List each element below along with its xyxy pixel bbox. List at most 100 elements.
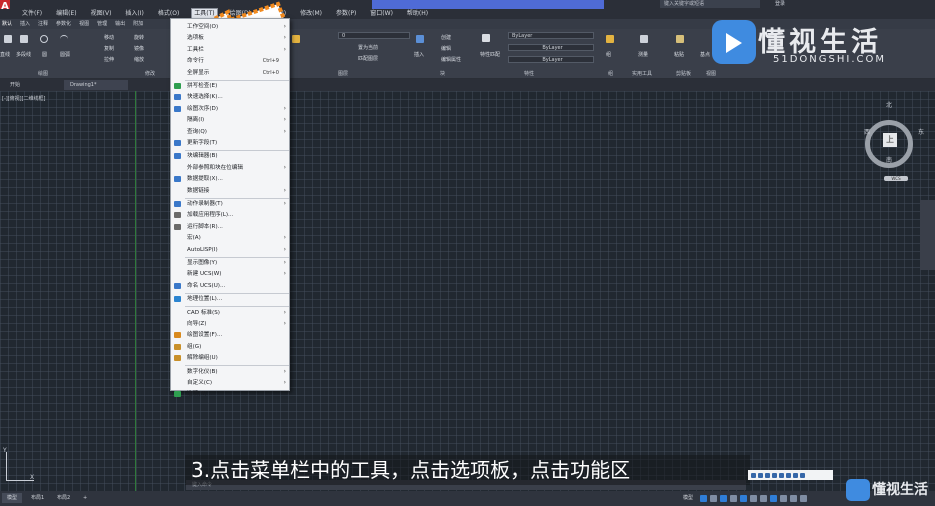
menu-item[interactable]: 选项板 › [171,33,289,43]
toolbar-icon-2[interactable] [758,472,763,478]
menu-item[interactable]: 解除编组(U) [171,353,289,363]
menu-item[interactable]: 宏(A) › [171,233,289,243]
edit-attributes-button[interactable]: 编辑属性 [441,56,461,63]
mirror-button[interactable]: 镜像 [134,45,144,52]
menu-window[interactable]: 窗口(W) [368,9,395,19]
menu-item[interactable]: 工作空间(O) › [171,22,289,32]
drawing-canvas[interactable]: [-][俯视][二维线框] [0,91,935,491]
tab-view[interactable]: 视图 [79,19,89,29]
layers-group-label[interactable]: 图层 [338,70,348,77]
line-icon[interactable] [4,35,12,43]
arc-button[interactable]: 圆弧 [60,51,70,58]
search-input[interactable]: 键入关键字或短语 [660,0,760,8]
tab-parametric[interactable]: 参数化 [56,19,71,29]
toolbar-icon-6[interactable] [786,472,791,478]
match-properties-button[interactable]: 特性匹配 [480,51,500,58]
snap-toggle-icon[interactable] [710,494,717,502]
toolbar-icon-4[interactable] [772,472,777,478]
view-group-label[interactable]: 视图 [706,70,716,77]
toolbar-icon-1[interactable] [751,472,756,478]
insert-block-icon[interactable] [416,35,424,43]
menu-item[interactable]: 组(G) [171,342,289,352]
lineweight-toggle-icon[interactable] [760,494,767,502]
login-button[interactable]: 登录 [775,0,785,8]
layer-dropdown[interactable]: 0 [338,32,410,39]
groups-group-label[interactable]: 组 [608,70,613,77]
menu-parametric[interactable]: 参数(P) [334,9,358,19]
navigation-bar[interactable] [920,200,935,270]
polyline-button[interactable]: 多段线 [16,51,31,58]
base-button[interactable]: 基点 [700,51,710,58]
menu-item[interactable]: 绘图次序(D) › [171,104,289,114]
stretch-button[interactable]: 拉伸 [104,56,114,63]
clipboard-group-label[interactable]: 剪贴板 [676,70,691,77]
menu-item[interactable]: 地理位置(L)... [171,294,289,304]
circle-icon[interactable] [40,35,48,43]
tab-annotate[interactable]: 注释 [38,19,48,29]
menu-item[interactable]: 全屏显示 Ctrl+0 [171,68,289,78]
menu-item[interactable]: 命名 UCS(U)... [171,281,289,291]
menu-item[interactable]: 新建 UCS(W) › [171,269,289,279]
rotate-button[interactable]: 旋转 [134,34,144,41]
lineweight-dropdown[interactable]: ByLayer [508,56,594,63]
menu-item[interactable]: 隔离(I) › [171,115,289,125]
edit-block-button[interactable]: 编辑 [441,45,451,52]
customize-menu-icon[interactable] [800,494,807,502]
copy-button[interactable]: 复制 [104,45,114,52]
match-properties-icon[interactable] [482,34,490,42]
color-dropdown[interactable]: ByLayer [508,32,594,39]
toolbar-icon-7[interactable] [793,472,798,478]
arc-icon[interactable] [60,35,68,43]
scale-button[interactable]: 缩放 [134,56,144,63]
menu-item[interactable]: 块编辑器(B) [171,151,289,161]
menu-item[interactable]: CAD 标准(S) › [171,308,289,318]
measure-button[interactable]: 测量 [638,51,648,58]
menu-item[interactable]: 加载应用程序(L)... [171,210,289,220]
menu-item[interactable]: 快速选择(K)... [171,92,289,102]
polyline-icon[interactable] [20,35,28,43]
menu-help[interactable]: 帮助(H) [405,9,430,19]
set-current-button[interactable]: 置为当前 [358,44,378,51]
line-button[interactable]: 直线 [0,51,10,58]
measure-icon[interactable] [640,35,648,43]
properties-group-label[interactable]: 特性 [524,70,534,77]
menu-item[interactable]: 绘图设置(F)... [171,330,289,340]
tab-output[interactable]: 输出 [115,19,125,29]
wcs-menu[interactable]: WCS [884,176,908,181]
compass-east[interactable]: 东 [918,127,924,136]
match-layer-button[interactable]: 匹配图层 [358,55,378,62]
paste-icon[interactable] [676,35,684,43]
menu-item[interactable]: 动作录制器(T) › [171,199,289,209]
menu-item[interactable]: 数据提取(X)... [171,174,289,184]
layer-properties-icon[interactable] [292,35,300,43]
tab-default[interactable]: 默认 [2,19,12,29]
annotation-scale-icon[interactable] [780,494,787,502]
menu-item[interactable]: 数字化仪(B) › [171,367,289,377]
viewcube-top-face[interactable]: 上 [883,133,897,147]
move-button[interactable]: 移动 [104,34,114,41]
group-button[interactable]: 组 [606,51,611,58]
menu-item[interactable]: 工具栏 › [171,45,289,55]
toolbar-icon-8[interactable] [800,472,805,478]
tab-insert[interactable]: 插入 [20,19,30,29]
modify-group-label[interactable]: 修改 [145,70,155,77]
menu-item[interactable]: 查询(Q) › [171,127,289,137]
grid-toggle-icon[interactable] [700,494,707,502]
add-layout-button[interactable]: + [78,493,92,503]
menu-item[interactable]: 选项(N)... [171,389,289,399]
ortho-toggle-icon[interactable] [720,494,727,502]
menu-item[interactable]: 外部参照和块在位编辑 › [171,163,289,173]
insert-button[interactable]: 插入 [414,51,424,58]
menu-item[interactable]: 更新字段(T) [171,138,289,148]
osnap-toggle-icon[interactable] [740,494,747,502]
group-icon[interactable] [606,35,614,43]
block-group-label[interactable]: 块 [440,70,445,77]
menu-file[interactable]: 文件(F) [20,9,44,19]
menu-item[interactable]: 拼写检查(E) [171,81,289,91]
menu-edit[interactable]: 编辑(E) [54,9,78,19]
tab-layout2[interactable]: 布局2 [52,493,75,503]
menu-item[interactable]: 向导(Z) › [171,319,289,329]
selection-toggle-icon[interactable] [770,494,777,502]
compass-south[interactable]: 南 [886,155,892,164]
toolbar-icon-3[interactable] [765,472,770,478]
